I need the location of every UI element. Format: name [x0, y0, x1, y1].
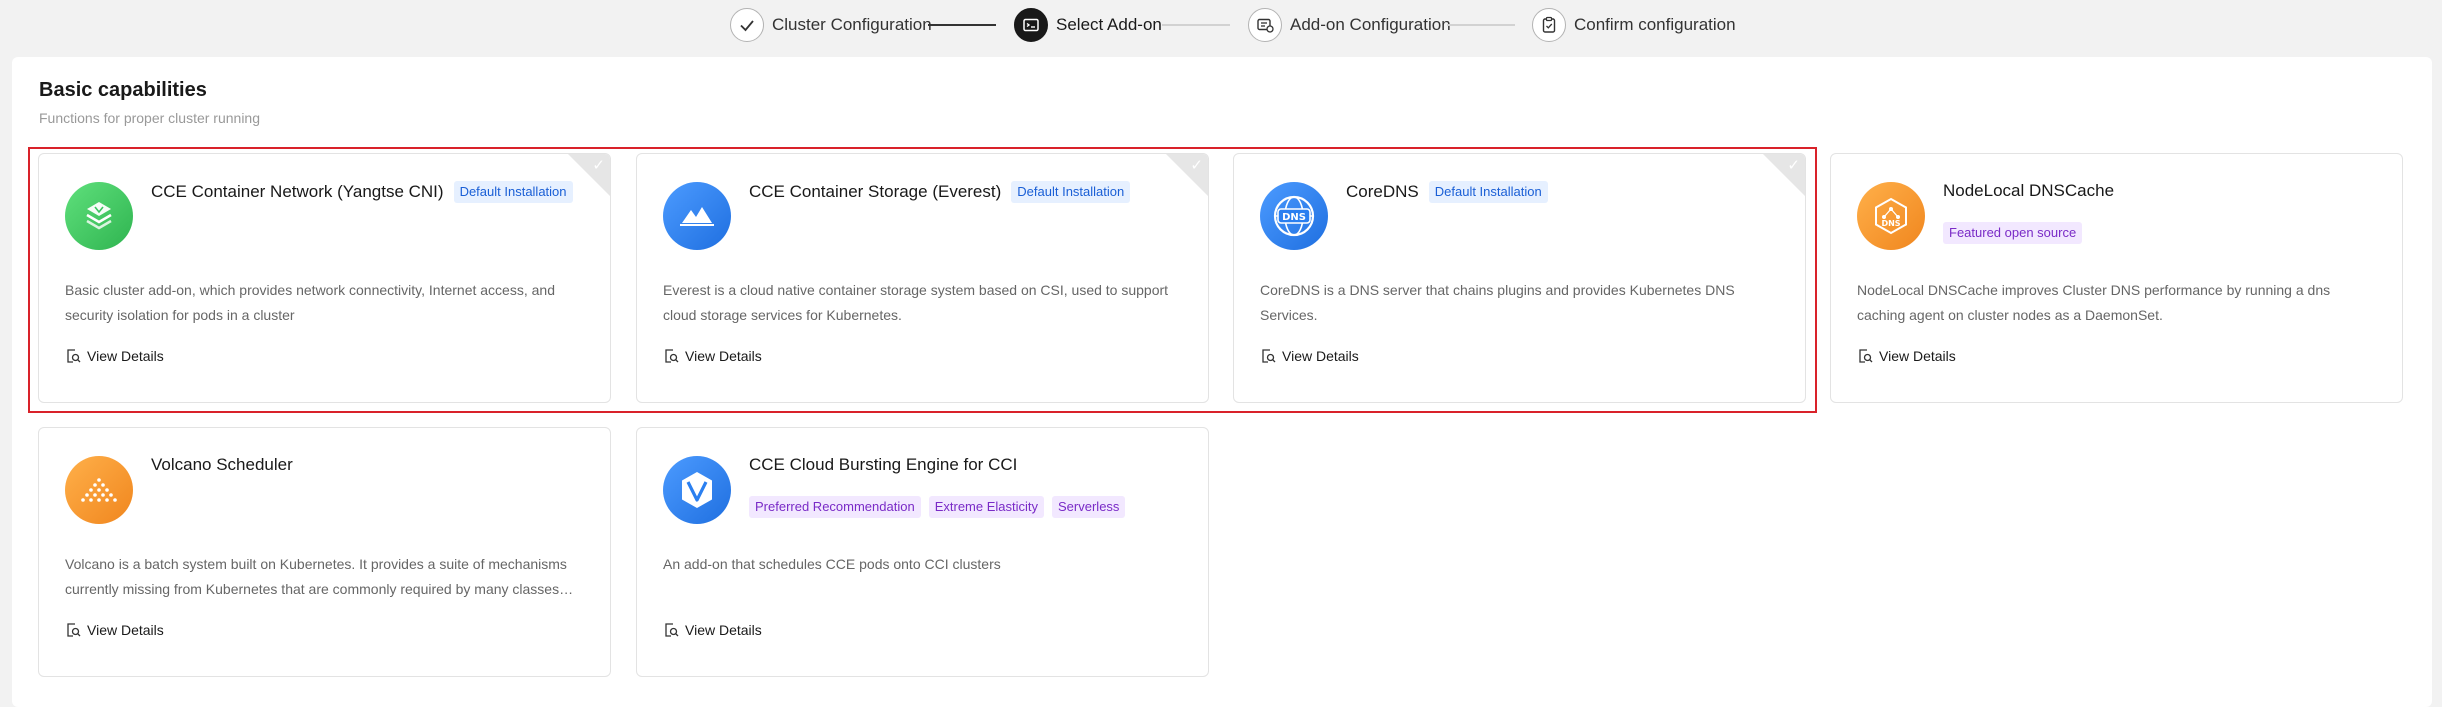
mountain-icon: [663, 182, 731, 250]
section-description: Functions for proper cluster running: [39, 110, 260, 126]
step-label: Cluster Configuration: [772, 15, 932, 34]
step-addon-configuration[interactable]: Add-on Configuration: [1248, 6, 1451, 44]
view-details-label: View Details: [87, 348, 164, 364]
step-select-addon[interactable]: Select Add-on: [1014, 6, 1162, 44]
view-details-link[interactable]: View Details: [663, 348, 762, 364]
view-details-icon: [665, 623, 679, 637]
step-connector: [928, 24, 996, 26]
addon-description: CoreDNS is a DNS server that chains plug…: [1260, 282, 1735, 323]
wizard-stepper: Cluster Configuration Select Add-on Add-…: [0, 0, 2442, 50]
addon-panel: Basic capabilities Functions for proper …: [12, 57, 2432, 707]
step-label: Add-on Configuration: [1290, 15, 1451, 34]
view-details-link[interactable]: View Details: [1260, 348, 1359, 364]
clipboard-icon: [1532, 8, 1566, 42]
addon-config-icon: [1248, 8, 1282, 42]
view-details-label: View Details: [1879, 348, 1956, 364]
view-details-icon: [1859, 349, 1873, 363]
selected-check-icon: ✓: [1190, 157, 1203, 174]
addon-card-nodelocal-dnscache[interactable]: DNS NodeLocal DNSCache Featured open sou…: [1830, 153, 2403, 403]
addon-icon: [1014, 8, 1048, 42]
view-details-link[interactable]: View Details: [65, 622, 164, 638]
view-details-link[interactable]: View Details: [65, 348, 164, 364]
addon-card-yangtse-cni[interactable]: ✓ CCE Container Network (Yangtse CNI) De…: [38, 153, 611, 403]
addon-description: Volcano is a batch system built on Kuber…: [65, 556, 567, 597]
view-details-label: View Details: [1282, 348, 1359, 364]
step-label: Select Add-on: [1056, 15, 1162, 34]
selected-check-icon: ✓: [1787, 157, 1800, 174]
tag-row: Preferred Recommendation Extreme Elastic…: [749, 496, 1126, 518]
network-icon: [65, 182, 133, 250]
view-details-icon: [665, 349, 679, 363]
view-details-label: View Details: [87, 622, 164, 638]
addon-card-coredns[interactable]: ✓ DNS CoreDNS Default Installation CoreD…: [1233, 153, 1806, 403]
addon-description: Everest is a cloud native container stor…: [663, 282, 1169, 323]
hexagon-v-icon: [663, 456, 731, 524]
addon-card-everest[interactable]: ✓ CCE Container Storage (Everest) Defaul…: [636, 153, 1209, 403]
view-details-link[interactable]: View Details: [1857, 348, 1956, 364]
serverless-badge: Serverless: [1052, 496, 1126, 518]
addon-card-volcano[interactable]: Volcano Scheduler Volcano is a batch sys…: [38, 427, 611, 677]
view-details-label: View Details: [685, 622, 762, 638]
preferred-recommendation-badge: Preferred Recommendation: [749, 496, 921, 518]
default-installation-badge: Default Installation: [1011, 181, 1131, 203]
svg-text:DNS: DNS: [1881, 219, 1900, 228]
view-details-icon: [67, 623, 81, 637]
dns-hex-icon: DNS: [1857, 182, 1925, 250]
volcano-icon: [65, 456, 133, 524]
view-details-link[interactable]: View Details: [663, 622, 762, 638]
check-icon: [730, 8, 764, 42]
extreme-elasticity-badge: Extreme Elasticity: [928, 496, 1045, 518]
step-cluster-configuration[interactable]: Cluster Configuration: [730, 6, 932, 44]
default-installation-badge: Default Installation: [1428, 181, 1548, 203]
tag-row: Featured open source: [1943, 222, 2083, 244]
featured-open-source-badge: Featured open source: [1943, 222, 2083, 244]
addon-title: CCE Container Network (Yangtse CNI): [151, 182, 444, 201]
addon-title: Volcano Scheduler: [151, 455, 293, 474]
step-connector: [1447, 24, 1515, 26]
step-label: Confirm configuration: [1574, 15, 1736, 34]
addon-title: CCE Cloud Bursting Engine for CCI: [749, 455, 1018, 474]
addon-title: NodeLocal DNSCache: [1943, 181, 2115, 200]
section-title: Basic capabilities: [39, 79, 207, 101]
addon-description: NodeLocal DNSCache improves Cluster DNS …: [1857, 282, 2331, 323]
step-confirm-configuration[interactable]: Confirm configuration: [1532, 6, 1736, 44]
view-details-icon: [1262, 349, 1276, 363]
addon-title: CoreDNS: [1346, 182, 1419, 201]
view-details-label: View Details: [685, 348, 762, 364]
addon-title: CCE Container Storage (Everest): [749, 182, 1002, 201]
selected-check-icon: ✓: [592, 157, 605, 174]
default-installation-badge: Default Installation: [453, 181, 573, 203]
addon-card-cloud-bursting-engine[interactable]: CCE Cloud Bursting Engine for CCI Prefer…: [636, 427, 1209, 677]
addon-description: An add-on that schedules CCE pods onto C…: [663, 556, 1001, 572]
step-connector: [1162, 24, 1230, 26]
svg-text:DNS: DNS: [1282, 212, 1306, 223]
addon-description: Basic cluster add-on, which provides net…: [65, 282, 555, 323]
view-details-icon: [67, 349, 81, 363]
dns-globe-icon: DNS: [1260, 182, 1328, 250]
